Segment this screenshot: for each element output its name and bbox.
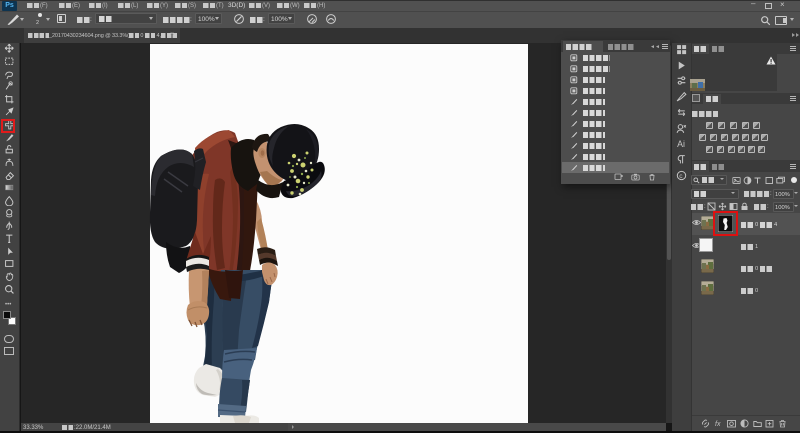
svg-text:c: c — [679, 173, 683, 180]
svg-text:fx: fx — [715, 421, 721, 428]
svg-text:Ai: Ai — [677, 139, 685, 149]
